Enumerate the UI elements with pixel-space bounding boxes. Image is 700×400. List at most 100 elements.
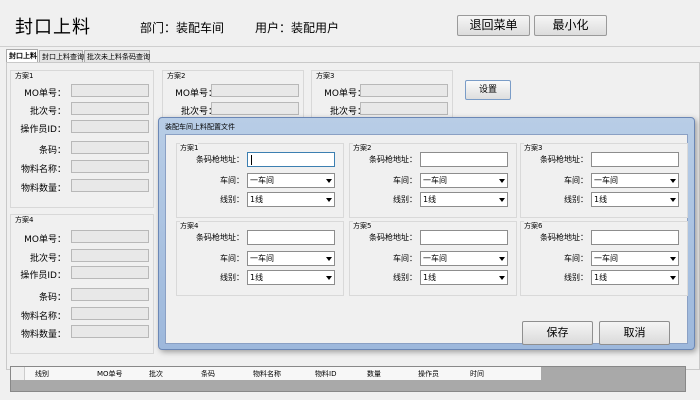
scanner-address-label: 条码枪地址： (196, 233, 244, 242)
feed-records-grid[interactable]: 线别 MO单号 批次 条码 物料名称 物料ID 数量 操作员 时间 (10, 366, 686, 392)
dialog-scheme-3-title: 方案3 (524, 143, 543, 153)
workshop-select[interactable]: 一车间 (591, 173, 679, 188)
settings-button[interactable]: 设置 (465, 80, 511, 100)
scheme-2-title: 方案2 (167, 72, 186, 80)
material-name-field[interactable] (71, 307, 149, 320)
batch-number-field[interactable] (71, 102, 149, 115)
workshop-label: 车间： (220, 176, 244, 185)
back-to-menu-button[interactable]: 退回菜单 (457, 15, 530, 36)
mo-number-field[interactable] (360, 84, 448, 97)
chevron-down-icon (499, 198, 505, 202)
workshop-value: 一车间 (250, 254, 274, 263)
scanner-address-label: 条码枪地址： (196, 155, 244, 164)
line-select[interactable]: 1线 (247, 192, 335, 207)
material-name-field[interactable] (71, 160, 149, 173)
col-operator[interactable]: 操作员 (418, 369, 439, 379)
mo-number-field[interactable] (71, 84, 149, 97)
dialog-scheme-1-title: 方案1 (180, 143, 199, 153)
material-name-label: 物料名称： (20, 312, 66, 322)
line-value: 1线 (250, 195, 264, 204)
scanner-address-input[interactable] (247, 152, 335, 167)
workshop-label: 车间： (393, 254, 417, 263)
operator-id-label: 操作员ID： (20, 125, 66, 135)
line-value: 1线 (594, 195, 608, 204)
col-quantity[interactable]: 数量 (367, 369, 381, 379)
config-dialog: 装配车间上料配置文件 方案1 条码枪地址： 车间： 一车间 线别： 1线 方案2… (158, 117, 695, 350)
operator-id-field[interactable] (71, 120, 149, 133)
department-label: 部门：装配车间 (140, 21, 225, 35)
workshop-select[interactable]: 一车间 (420, 173, 508, 188)
dialog-scheme-2-title: 方案2 (353, 143, 372, 153)
scanner-address-input[interactable] (591, 230, 679, 245)
workshop-select[interactable]: 一车间 (247, 173, 335, 188)
text-caret (251, 155, 252, 165)
line-label: 线别： (393, 273, 417, 282)
barcode-field[interactable] (71, 141, 149, 154)
material-qty-field[interactable] (71, 179, 149, 192)
chevron-down-icon (326, 257, 332, 261)
tab-sealing-feed[interactable]: 封口上料 (6, 49, 38, 63)
line-value: 1线 (423, 273, 437, 282)
material-qty-label: 物料数量： (20, 184, 66, 194)
line-select[interactable]: 1线 (420, 270, 508, 285)
line-select[interactable]: 1线 (591, 192, 679, 207)
minimize-button[interactable]: 最小化 (534, 15, 607, 36)
operator-id-field[interactable] (71, 266, 149, 279)
cancel-button[interactable]: 取消 (599, 321, 670, 345)
chevron-down-icon (670, 198, 676, 202)
chevron-down-icon (499, 179, 505, 183)
col-line[interactable]: 线别 (35, 369, 49, 379)
col-mo-number[interactable]: MO单号 (97, 369, 123, 379)
dialog-scheme-5: 方案5 条码枪地址： 车间： 一车间 线别： 1线 (349, 221, 517, 296)
line-select[interactable]: 1线 (591, 270, 679, 285)
mo-number-label: MO单号： (324, 89, 366, 99)
col-barcode[interactable]: 条码 (201, 369, 215, 379)
chevron-down-icon (326, 179, 332, 183)
workshop-label: 车间： (564, 254, 588, 263)
material-qty-label: 物料数量： (20, 330, 66, 340)
workshop-select[interactable]: 一车间 (420, 251, 508, 266)
batch-number-field[interactable] (360, 102, 448, 115)
grid-header: 线别 MO单号 批次 条码 物料名称 物料ID 数量 操作员 时间 (11, 367, 541, 380)
batch-number-label: 批次号： (329, 107, 366, 117)
line-value: 1线 (423, 195, 437, 204)
scheme-1-title: 方案1 (15, 72, 34, 80)
barcode-label: 条码： (38, 293, 66, 303)
dialog-scheme-4: 方案4 条码枪地址： 车间： 一车间 线别： 1线 (176, 221, 344, 296)
workshop-value: 一车间 (250, 176, 274, 185)
dialog-scheme-5-title: 方案5 (353, 221, 372, 231)
batch-number-label: 批次号： (29, 254, 66, 264)
mo-number-field[interactable] (71, 230, 149, 243)
chevron-down-icon (499, 257, 505, 261)
operator-id-label: 操作员ID： (20, 271, 66, 281)
workshop-value: 一车间 (594, 254, 618, 263)
line-label: 线别： (220, 195, 244, 204)
col-batch[interactable]: 批次 (149, 369, 163, 379)
scanner-address-input[interactable] (420, 152, 508, 167)
scanner-address-input[interactable] (591, 152, 679, 167)
scheme-3-title: 方案3 (316, 72, 335, 80)
batch-number-field[interactable] (71, 249, 149, 262)
save-button[interactable]: 保存 (522, 321, 593, 345)
mo-number-field[interactable] (211, 84, 299, 97)
col-material-name[interactable]: 物料名称 (253, 369, 281, 379)
batch-number-label: 批次号： (180, 107, 217, 117)
col-time[interactable]: 时间 (470, 369, 484, 379)
scanner-address-input[interactable] (247, 230, 335, 245)
workshop-select[interactable]: 一车间 (247, 251, 335, 266)
batch-number-field[interactable] (211, 102, 299, 115)
line-value: 1线 (594, 273, 608, 282)
line-value: 1线 (250, 273, 264, 282)
workshop-select[interactable]: 一车间 (591, 251, 679, 266)
line-select[interactable]: 1线 (247, 270, 335, 285)
line-select[interactable]: 1线 (420, 192, 508, 207)
chevron-down-icon (670, 179, 676, 183)
scanner-address-label: 条码枪地址： (540, 233, 588, 242)
chevron-down-icon (326, 276, 332, 280)
chevron-down-icon (326, 198, 332, 202)
barcode-field[interactable] (71, 288, 149, 301)
scanner-address-input[interactable] (420, 230, 508, 245)
scanner-address-label: 条码枪地址： (540, 155, 588, 164)
material-qty-field[interactable] (71, 325, 149, 338)
col-material-id[interactable]: 物料ID (315, 369, 336, 379)
